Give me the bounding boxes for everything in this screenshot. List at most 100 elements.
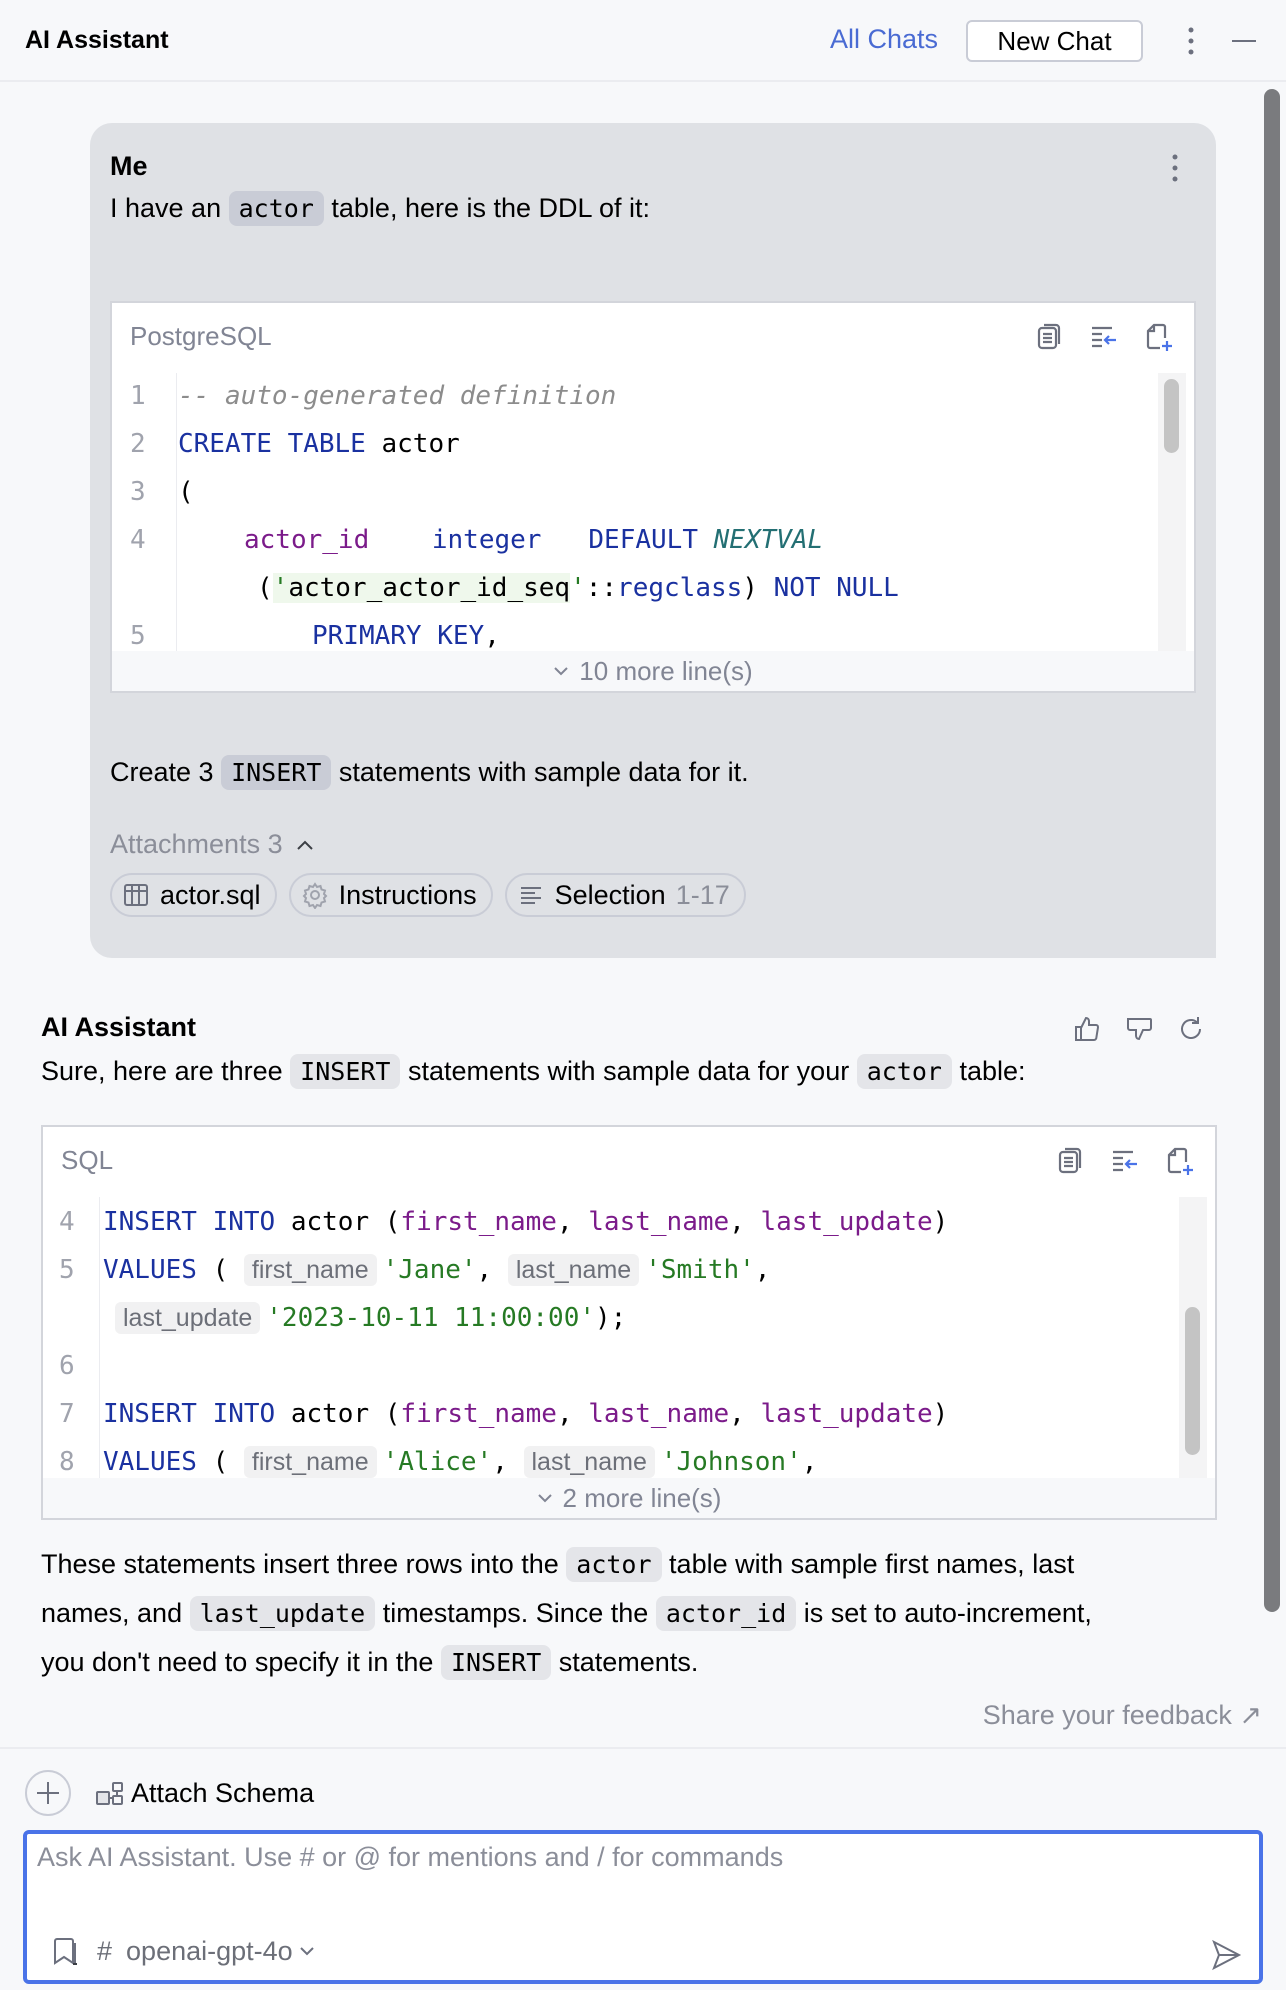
line-number: 4	[130, 525, 146, 555]
expand-more-lines[interactable]: 2 more line(s)	[43, 1478, 1215, 1518]
code-line: INSERT INTO actor (first_name, last_name…	[103, 1207, 948, 1237]
punct: (	[196, 1447, 244, 1477]
attachment-chip[interactable]: Instructions	[288, 873, 493, 917]
punct: ,	[729, 1399, 761, 1429]
attachments-toggle[interactable]: Attachments 3	[110, 829, 315, 860]
text: Sure, here are three	[41, 1056, 283, 1086]
prompt-library-icon[interactable]	[49, 1934, 83, 1968]
insert-at-caret-icon[interactable]	[1088, 321, 1120, 353]
code-scrollbar-thumb[interactable]	[1164, 379, 1179, 453]
string: 'Smith'	[645, 1255, 755, 1285]
code-line: VALUES ( first_name 'Alice', last_name 'Jo…	[103, 1446, 817, 1478]
text: table, here is the DDL of it:	[331, 193, 651, 223]
punct: )	[932, 1207, 949, 1237]
more-options-icon[interactable]	[1182, 26, 1200, 56]
attach-schema-label: Attach Schema	[131, 1778, 315, 1808]
minimize-icon[interactable]	[1232, 40, 1256, 42]
code-line: ('actor_actor_id_seq'::regclass) NOT NUL…	[257, 573, 899, 603]
all-chats-link[interactable]: All Chats	[830, 24, 938, 55]
attachment-chip[interactable]: actor.sql	[110, 873, 277, 917]
add-context-button[interactable]	[25, 1770, 71, 1816]
parameter-hint: first_name	[243, 1254, 377, 1286]
string: 'Alice'	[382, 1447, 493, 1477]
table-icon	[124, 884, 148, 906]
attach-schema-button[interactable]: Attach Schema	[95, 1778, 314, 1809]
punct: ,	[556, 1207, 589, 1237]
message-options-icon[interactable]	[1168, 153, 1182, 183]
keyword: NOT NULL	[773, 573, 899, 603]
punct: ,	[729, 1207, 761, 1237]
text: table with sample first names, last	[669, 1549, 1075, 1579]
more-lines-label: 2 more line(s)	[562, 1482, 722, 1513]
send-icon[interactable]	[1209, 1938, 1243, 1972]
schema-icon	[96, 1781, 123, 1805]
new-file-icon[interactable]	[1163, 1145, 1195, 1177]
line-number: 1	[130, 381, 146, 411]
insert-at-caret-icon[interactable]	[1109, 1145, 1141, 1177]
code-language-label: SQL	[61, 1145, 114, 1175]
text: table:	[959, 1056, 1026, 1086]
string: actor_actor_id_seq	[288, 573, 571, 603]
mention-hash-button[interactable]: #	[97, 1936, 112, 1967]
line-number: 5	[59, 1255, 75, 1285]
code-toolbar	[1034, 321, 1174, 353]
composer-footer: # openai-gpt-4o	[49, 1934, 315, 1968]
punct: ,	[476, 1255, 508, 1285]
code-line: actor_id integer DEFAULT NEXTVAL	[244, 525, 823, 555]
code-line: last_update '2023-10-11 11:00:00');	[115, 1302, 627, 1334]
text-lines-icon	[520, 887, 541, 904]
thumbs-down-icon[interactable]	[1124, 1014, 1154, 1044]
string: 'Jane'	[382, 1255, 477, 1285]
type: integer	[431, 525, 542, 555]
code-scrollbar-track[interactable]	[1179, 1197, 1207, 1482]
attachment-list: actor.sql Instructions Selection 1-17	[110, 873, 746, 917]
keyword: INSERT INTO	[103, 1399, 276, 1429]
copy-icon[interactable]	[1055, 1145, 1087, 1177]
new-file-icon[interactable]	[1142, 321, 1174, 353]
parameter-hint: first_name	[243, 1446, 377, 1478]
assistant-message-explanation: These statements insert three rows into …	[41, 1540, 1092, 1687]
chevron-down-icon	[537, 1494, 552, 1503]
text: timestamps. Since the	[382, 1598, 649, 1628]
paragraph-line: These statements insert three rows into …	[41, 1540, 1092, 1589]
code-scrollbar-thumb[interactable]	[1185, 1307, 1200, 1455]
gutter-divider	[176, 373, 177, 653]
model-selector[interactable]: openai-gpt-4o	[126, 1936, 315, 1967]
chat-input[interactable]	[37, 1842, 1237, 1922]
keyword: VALUES	[103, 1255, 197, 1285]
inline-code: INSERT	[290, 1054, 401, 1089]
expand-more-lines[interactable]: 10 more line(s)	[112, 651, 1194, 691]
text: names, and	[41, 1598, 183, 1628]
identifier: actor	[365, 429, 460, 459]
parameter-hint: last_name	[507, 1254, 640, 1286]
quote: '	[570, 573, 586, 603]
user-message-intro: I have an actor table, here is the DDL o…	[110, 191, 650, 226]
new-chat-button[interactable]: New Chat	[966, 20, 1143, 62]
attachment-label: actor.sql	[160, 879, 261, 910]
message-author: AI Assistant	[41, 1012, 197, 1042]
code-scrollbar-track[interactable]	[1158, 373, 1186, 653]
punct: (	[178, 477, 194, 507]
code-line: (	[178, 477, 194, 507]
comment: -- auto-generated definition	[178, 381, 617, 411]
regenerate-icon[interactable]	[1176, 1014, 1206, 1044]
copy-icon[interactable]	[1034, 321, 1066, 353]
thumbs-up-icon[interactable]	[1072, 1014, 1102, 1044]
punct: );	[595, 1303, 627, 1333]
paragraph-line: names, and last_update timestamps. Since…	[41, 1589, 1092, 1638]
column-name: first_name	[400, 1207, 557, 1237]
code-line: INSERT INTO actor (first_name, last_name…	[103, 1399, 948, 1429]
attachment-label: Instructions	[338, 879, 477, 910]
inline-code: INSERT	[440, 1645, 552, 1680]
type: regclass	[617, 573, 743, 603]
inline-code: INSERT	[221, 755, 332, 790]
share-feedback-link[interactable]: Share your feedback ↗	[983, 1700, 1262, 1731]
attachment-chip[interactable]: Selection 1-17	[504, 873, 746, 917]
gear-icon	[302, 882, 327, 909]
keyword: PRIMARY KEY	[312, 621, 485, 651]
punct: (	[257, 573, 273, 603]
chat-scrollbar[interactable]	[1264, 89, 1280, 1612]
code-block-insert: SQL 4 5 6 7 8 INSERT INTO actor (first_n…	[41, 1125, 1217, 1520]
code-toolbar	[1055, 1145, 1195, 1177]
paragraph-line: you don't need to specify it in the INSE…	[41, 1638, 1092, 1687]
